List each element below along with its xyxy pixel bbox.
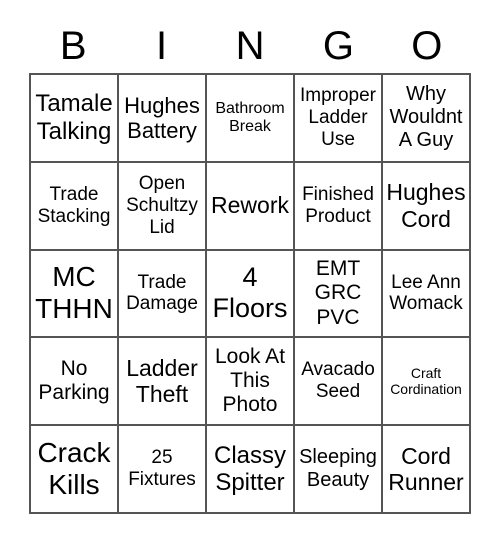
- bingo-cell[interactable]: Tamale Talking: [30, 74, 118, 162]
- bingo-cell[interactable]: No Parking: [30, 337, 118, 426]
- bingo-cell[interactable]: Ladder Theft: [118, 337, 206, 426]
- bingo-cell[interactable]: Bathroom Break: [206, 74, 294, 162]
- bingo-cell[interactable]: Rework: [206, 161, 294, 250]
- bingo-cell[interactable]: 4 Floors: [206, 249, 294, 338]
- bingo-cell[interactable]: 25 Fixtures: [118, 425, 206, 513]
- bingo-cell[interactable]: Improper Ladder Use: [294, 74, 382, 162]
- bingo-cell[interactable]: Why Wouldnt A Guy: [382, 74, 470, 162]
- header-letter-n: N: [235, 24, 265, 68]
- bingo-cell[interactable]: Finished Product: [294, 161, 382, 250]
- bingo-cell[interactable]: Hughes Battery: [118, 74, 206, 162]
- header-letter-o: O: [411, 24, 443, 68]
- bingo-cell[interactable]: Craft Cordination: [382, 337, 470, 426]
- bingo-cell[interactable]: Lee Ann Womack: [382, 249, 470, 338]
- bingo-cell[interactable]: Trade Damage: [118, 249, 206, 338]
- bingo-grid: Tamale Talking Hughes Battery Bathroom Bre…: [29, 73, 471, 514]
- header-letter-g: G: [322, 24, 354, 68]
- bingo-cell[interactable]: Crack Kills: [30, 425, 118, 513]
- bingo-cell[interactable]: EMT GRC PVC: [294, 249, 382, 338]
- header-letter-b: B: [59, 24, 87, 68]
- bingo-cell[interactable]: MC THHN: [30, 249, 118, 338]
- bingo-cell[interactable]: Open Schultzy Lid: [118, 161, 206, 250]
- bingo-cell[interactable]: Look At This Photo: [206, 337, 294, 426]
- bingo-cell[interactable]: Trade Stacking: [30, 161, 118, 250]
- bingo-cell[interactable]: Avacado Seed: [294, 337, 382, 426]
- bingo-cell[interactable]: Sleeping Beauty: [294, 425, 382, 513]
- bingo-cell[interactable]: Hughes Cord: [382, 161, 470, 250]
- bingo-cell[interactable]: Cord Runner: [382, 425, 470, 513]
- bingo-cell[interactable]: Classy Spitter: [206, 425, 294, 513]
- bingo-header: B I N G O: [29, 24, 471, 68]
- header-letter-i: I: [156, 24, 168, 68]
